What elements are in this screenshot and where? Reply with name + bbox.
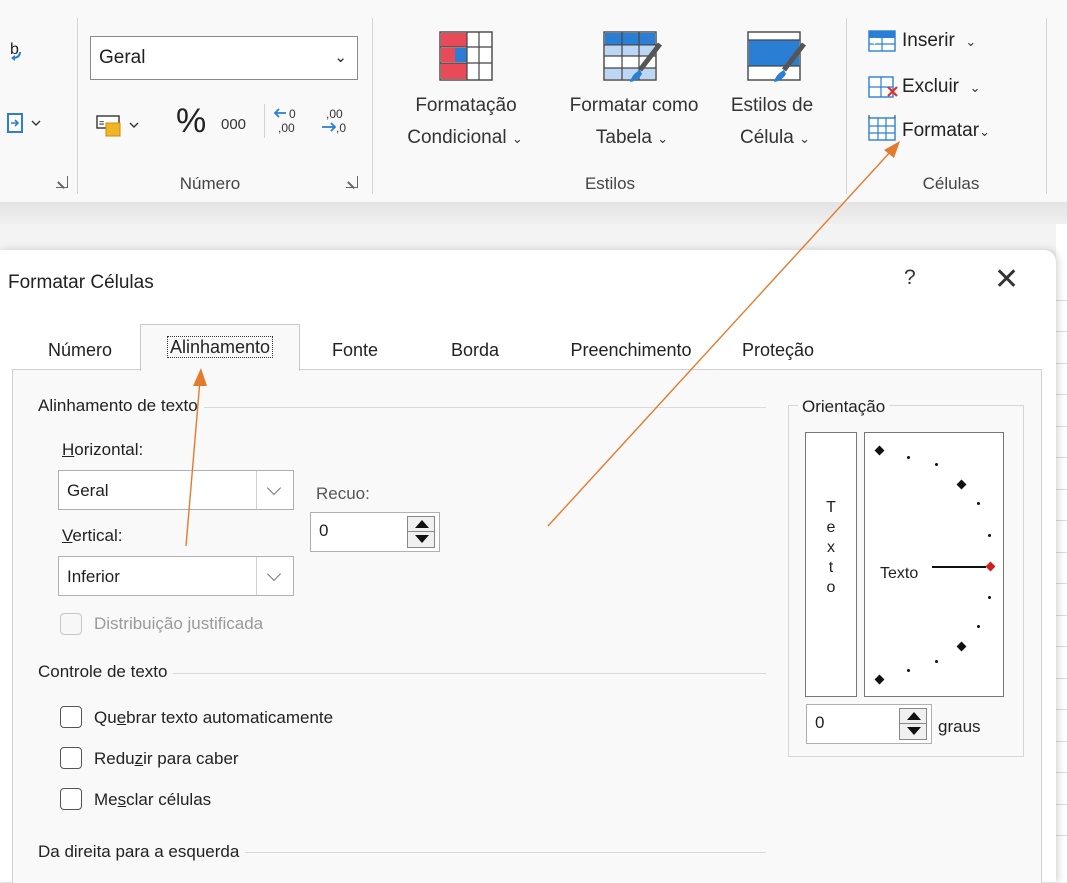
arrow-to-alignment-tab <box>185 379 201 547</box>
arrow-head-alignment <box>193 368 207 386</box>
annotation-arrows <box>185 141 900 547</box>
arrow-to-format-button <box>547 149 893 527</box>
